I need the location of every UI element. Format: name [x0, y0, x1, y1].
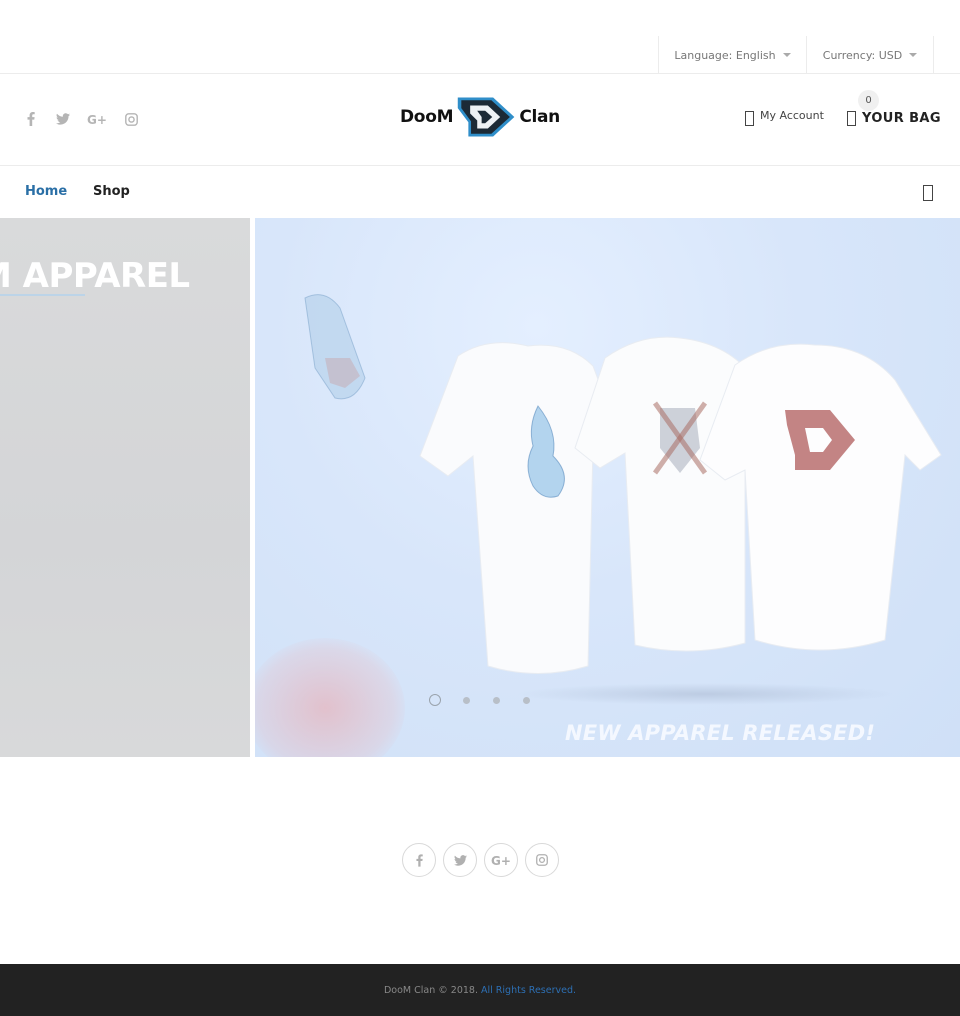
top-bar: Language: English Currency: USD: [0, 36, 960, 74]
bag-count-badge: 0: [858, 90, 879, 111]
instagram-icon[interactable]: [525, 843, 559, 877]
svg-text:G+: G+: [87, 113, 107, 125]
chevron-down-icon: [909, 53, 918, 57]
title-underline: [0, 294, 85, 296]
twitter-icon[interactable]: [54, 110, 72, 128]
shirt-shadow: [515, 683, 895, 705]
twitter-icon[interactable]: [443, 843, 477, 877]
facebook-icon[interactable]: [22, 110, 40, 128]
search-icon[interactable]: [923, 185, 933, 201]
facebook-icon[interactable]: [402, 843, 436, 877]
my-account-link[interactable]: My Account: [745, 109, 824, 126]
currency-label: Currency: USD: [822, 48, 903, 62]
header-social-links: G+: [22, 110, 140, 128]
site-header: G+ DooM Clan My Account 0 YOUR BAG: [0, 74, 960, 166]
floating-emblem-image: [304, 294, 366, 400]
rights-link[interactable]: All Rights Reserved.: [481, 985, 576, 996]
current-slide[interactable]: NEW APPAREL RELEASED!: [255, 218, 960, 757]
slide-caption: NEW APPAREL RELEASED!: [565, 721, 876, 745]
slide-dot-3[interactable]: [491, 695, 501, 705]
slide-dot-4[interactable]: [521, 695, 531, 705]
currency-selector[interactable]: Currency: USD: [806, 36, 934, 74]
footer-social-links: G+: [402, 843, 559, 877]
nav-item-home[interactable]: Home: [25, 184, 67, 199]
site-footer: DooM Clan © 2018. All Rights Reserved.: [0, 964, 960, 1016]
instagram-icon[interactable]: [122, 110, 140, 128]
google-plus-icon[interactable]: G+: [484, 843, 518, 877]
bag-icon: [847, 111, 856, 126]
bag-label: YOUR BAG: [862, 111, 941, 126]
language-selector[interactable]: Language: English: [658, 36, 806, 74]
user-icon: [745, 111, 754, 126]
hero-slider: M APPAREL: [0, 218, 960, 757]
logo-word-right: Clan: [519, 107, 560, 127]
copyright: DooM Clan © 2018. All Rights Reserved.: [0, 985, 960, 996]
my-account-label: My Account: [760, 109, 824, 122]
svg-text:G+: G+: [491, 854, 511, 866]
language-label: Language: English: [674, 48, 776, 62]
site-logo[interactable]: DooM Clan: [400, 92, 560, 142]
slide-dot-1[interactable]: [429, 694, 441, 706]
previous-slide-title: M APPAREL: [0, 256, 190, 296]
copyright-text: DooM Clan © 2018.: [383, 985, 481, 996]
logo-word-left: DooM: [400, 107, 454, 127]
tshirt-image-d-logo: [699, 343, 942, 651]
chevron-down-icon: [782, 53, 791, 57]
slide-dot-2[interactable]: [461, 695, 471, 705]
main-nav: Home Shop: [0, 166, 960, 218]
decor-blob: [255, 638, 405, 757]
shopping-bag-button[interactable]: YOUR BAG: [847, 111, 941, 126]
slider-pagination: [429, 694, 531, 706]
nav-item-shop[interactable]: Shop: [93, 184, 130, 199]
logo-emblem-icon: [457, 97, 515, 137]
previous-slide[interactable]: M APPAREL: [0, 218, 250, 757]
google-plus-icon[interactable]: G+: [86, 110, 108, 128]
